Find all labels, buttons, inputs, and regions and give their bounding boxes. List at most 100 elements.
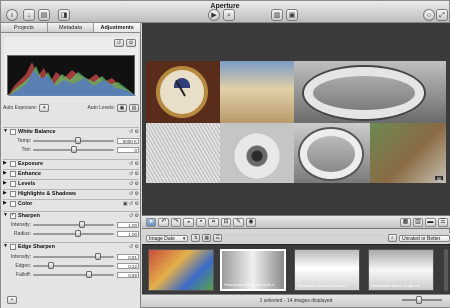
view-icon[interactable]: ▣ xyxy=(286,9,298,21)
disclosure-closed-icon[interactable]: ▶ xyxy=(3,161,10,166)
stack-icon[interactable]: ▥ xyxy=(271,9,283,21)
disclosure-closed-icon[interactable]: ▶ xyxy=(3,171,10,176)
info-icon[interactable]: i xyxy=(6,9,18,21)
new-project-icon[interactable]: ▤ xyxy=(38,9,50,21)
select-tool-icon[interactable]: ➤ xyxy=(146,217,157,227)
photo-filter-result-1[interactable] xyxy=(294,61,446,123)
disclosure-closed-icon[interactable]: ▶ xyxy=(3,181,10,186)
retouch-tool-icon[interactable]: ✎ xyxy=(233,217,244,227)
temp-slider-knob[interactable] xyxy=(74,136,81,144)
photo-filter-result-2[interactable] xyxy=(294,123,370,183)
thumbnail[interactable] xyxy=(148,249,214,291)
disclosure-open-icon[interactable]: ▼ xyxy=(3,129,10,134)
play-icon[interactable]: ▶ xyxy=(208,9,220,21)
tab-metadata[interactable]: Metadata xyxy=(48,23,95,32)
section-actions-icon[interactable]: ↺ ⚙ xyxy=(121,171,139,177)
tab-projects[interactable]: Projects xyxy=(1,23,48,32)
straighten-tool-icon[interactable]: ⊟ xyxy=(220,217,232,227)
temp-value-field[interactable]: 5000 K xyxy=(117,137,139,144)
photo-eye[interactable] xyxy=(220,123,294,183)
search-icon[interactable]: ○ xyxy=(423,9,435,21)
section-actions-icon[interactable]: ↺ ⚙ xyxy=(121,191,139,197)
section-exposure[interactable]: ▶ Exposure ↺ ⚙ xyxy=(3,159,139,167)
levels-checkbox[interactable] xyxy=(10,180,16,187)
edge-intensity-field[interactable]: 0,81 xyxy=(117,253,139,260)
rating-filter-select[interactable]: Unrated or Better xyxy=(399,234,450,242)
auto-exposure-button[interactable]: ✶ xyxy=(39,104,50,112)
sharpen-radius-slider[interactable] xyxy=(33,229,114,237)
section-highlights-shadows[interactable]: ▶ Highlights & Shadows ↺ ⚙ xyxy=(3,189,139,197)
thumbnail-selected[interactable]: Resultados filtros v1 sobre o xyxy=(220,249,286,291)
temp-slider[interactable] xyxy=(33,136,114,144)
thumbnail-size-slider[interactable] xyxy=(402,296,442,304)
filmstrip-scrollbar[interactable] xyxy=(444,249,448,291)
photo-sketch[interactable] xyxy=(146,123,220,183)
rotate-left-icon[interactable]: ↶ xyxy=(158,217,169,227)
tint-slider-knob[interactable] xyxy=(70,145,77,153)
section-sharpen[interactable]: ▼ ✓ Sharpen ↺ ⚙ xyxy=(3,211,139,219)
photo-clock[interactable] xyxy=(146,61,220,123)
section-actions-icon[interactable]: ↺ ⚙ xyxy=(121,129,139,135)
sort-direction-icon[interactable]: ⇅ xyxy=(191,234,201,242)
slider-knob[interactable] xyxy=(78,220,85,228)
loupe-icon[interactable]: ⌕ xyxy=(223,9,235,21)
section-white-balance[interactable]: ▼ White Balance ↺ ⚙ xyxy=(3,127,139,135)
highlights-shadows-checkbox[interactable] xyxy=(10,190,16,197)
auto-levels-separate-button[interactable]: ▥ xyxy=(129,104,139,112)
slider-knob[interactable] xyxy=(47,261,54,269)
list-icon[interactable]: ☰ xyxy=(213,234,223,242)
section-edge-sharpen[interactable]: ▼ Edge Sharpen ↺ ⚙ xyxy=(3,242,139,250)
exposure-checkbox[interactable] xyxy=(10,160,16,167)
disclosure-closed-icon[interactable]: ▶ xyxy=(3,201,10,206)
section-actions-icon[interactable]: ▣ ↺ ⚙ xyxy=(121,201,139,207)
rotate-right-icon[interactable]: ↷ xyxy=(170,217,182,227)
sharpen-intensity-slider[interactable] xyxy=(33,220,114,228)
disclosure-closed-icon[interactable]: ▶ xyxy=(3,191,10,196)
sharpen-checkbox[interactable]: ✓ xyxy=(10,212,16,219)
color-checkbox[interactable] xyxy=(10,200,16,207)
edge-edges-field[interactable]: 0,22 xyxy=(117,262,139,269)
compare-icon[interactable]: ◨ xyxy=(58,9,70,21)
disclosure-open-icon[interactable]: ▼ xyxy=(3,213,10,218)
crop-tool-icon[interactable]: ⌗ xyxy=(208,217,219,227)
thumbnail[interactable]: Resultados filtros v4 sgl ent xyxy=(368,249,434,291)
reset-icon[interactable]: ↺ xyxy=(114,39,124,47)
section-enhance[interactable]: ▶ Enhance ↺ ⚙ xyxy=(3,169,139,177)
stamp-tool-icon[interactable]: ◓ xyxy=(195,217,207,227)
filmstrip-view-icon[interactable]: ▬ xyxy=(425,217,436,227)
slider-knob[interactable] xyxy=(94,252,101,260)
edge-falloff-slider[interactable] xyxy=(33,270,114,278)
fullscreen-icon[interactable]: ⤢ xyxy=(436,9,448,21)
slider-knob[interactable] xyxy=(85,270,92,278)
auto-levels-combined-button[interactable]: ▣ xyxy=(117,104,127,112)
section-color[interactable]: ▶ Color ▣ ↺ ⚙ xyxy=(3,199,139,207)
size-slider-knob[interactable] xyxy=(416,296,422,304)
thumbnail[interactable]: Resultados filtros v3 sobre o xyxy=(294,249,360,291)
sort-select[interactable]: Image Date ▾ xyxy=(146,234,189,242)
sharpen-radius-field[interactable]: 1,00 xyxy=(117,230,139,237)
photo-dome[interactable] xyxy=(220,61,294,123)
tint-value-field[interactable]: 0 xyxy=(117,146,139,153)
edge-intensity-slider[interactable] xyxy=(33,252,114,260)
tab-adjustments[interactable]: Adjustments xyxy=(94,23,142,32)
list-view-icon[interactable]: ☰ xyxy=(437,217,449,227)
edge-edges-slider[interactable] xyxy=(33,261,114,269)
edge-falloff-field[interactable]: 0,69 xyxy=(117,271,139,278)
section-actions-icon[interactable]: ↺ ⚙ xyxy=(121,213,139,219)
split-view-icon[interactable]: ▥ xyxy=(412,217,424,227)
tint-slider[interactable] xyxy=(33,145,114,153)
slider-knob[interactable] xyxy=(74,229,81,237)
section-levels[interactable]: ▶ Levels ↺ ⚙ xyxy=(3,179,139,187)
section-actions-icon[interactable]: ↺ ⚙ xyxy=(121,244,139,250)
enhance-checkbox[interactable] xyxy=(10,170,16,177)
section-actions-icon[interactable]: ↺ ⚙ xyxy=(121,181,139,187)
grid-icon[interactable]: ▦ xyxy=(202,234,212,242)
white-balance-checkbox[interactable] xyxy=(10,128,16,135)
import-icon[interactable]: ↓ xyxy=(23,9,35,21)
filter-icon[interactable]: ⌕ xyxy=(388,234,398,242)
add-adjustment-icon[interactable]: + xyxy=(7,296,17,304)
sharpen-intensity-field[interactable]: 1,00 xyxy=(117,221,139,228)
lift-tool-icon[interactable]: ◒ xyxy=(183,217,194,227)
section-actions-icon[interactable]: ↺ ⚙ xyxy=(121,161,139,167)
red-eye-tool-icon[interactable]: ◉ xyxy=(245,217,257,227)
